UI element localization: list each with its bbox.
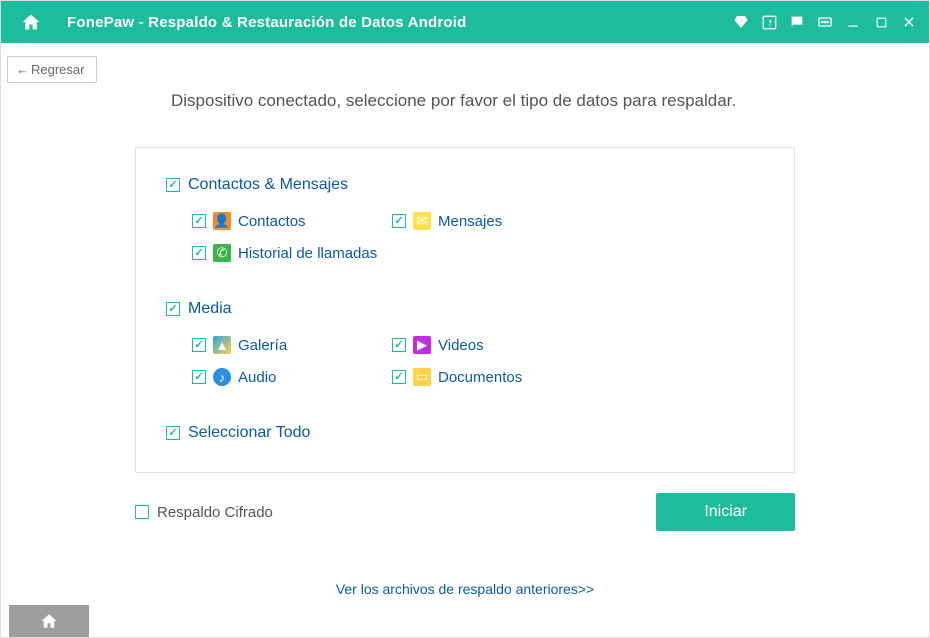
item-call-history[interactable]: ✆ Historial de llamadas <box>192 244 392 262</box>
checkbox-audio[interactable] <box>192 370 206 384</box>
contacts-icon: 👤 <box>213 212 231 230</box>
back-label: Regresar <box>31 62 84 77</box>
item-label: Documentos <box>438 369 522 386</box>
bottom-row: Respaldo Cifrado Iniciar <box>135 493 795 531</box>
menu-icon[interactable] <box>815 12 835 32</box>
checkbox-documents[interactable] <box>392 370 406 384</box>
footer-home-tab[interactable] <box>9 605 89 637</box>
checkbox-media[interactable] <box>166 302 180 316</box>
audio-icon: ♪ <box>213 368 231 386</box>
home-icon <box>21 12 41 32</box>
checkbox-encrypted[interactable] <box>135 505 149 519</box>
item-documents[interactable]: ▭ Documentos <box>392 368 592 386</box>
checkbox-call-history[interactable] <box>192 246 206 260</box>
messages-icon: ✉ <box>413 212 431 230</box>
arrow-left-icon: ← <box>16 62 29 77</box>
main-content: Dispositivo conectado, seleccione por fa… <box>1 43 929 597</box>
checkbox-videos[interactable] <box>392 338 406 352</box>
item-label: Audio <box>238 369 276 386</box>
feedback-icon[interactable] <box>787 12 807 32</box>
encrypted-backup-option[interactable]: Respaldo Cifrado <box>135 504 273 521</box>
item-gallery[interactable]: ▲ Galería <box>192 336 392 354</box>
facebook-icon[interactable] <box>759 12 779 32</box>
home-icon <box>40 612 58 630</box>
checkbox-gallery[interactable] <box>192 338 206 352</box>
titlebar-controls <box>731 12 919 32</box>
back-button[interactable]: ← Regresar <box>7 56 97 83</box>
close-button[interactable] <box>899 12 919 32</box>
checkbox-messages[interactable] <box>392 214 406 228</box>
item-label: Historial de llamadas <box>238 245 377 262</box>
select-all-label: Seleccionar Todo <box>188 424 310 442</box>
group-label: Media <box>188 300 232 318</box>
titlebar: FonePaw - Respaldo & Restauración de Dat… <box>1 1 929 43</box>
app-title: FonePaw - Respaldo & Restauración de Dat… <box>67 14 467 31</box>
instruction-text: Dispositivo conectado, seleccione por fa… <box>171 91 869 111</box>
item-label: Galería <box>238 337 287 354</box>
previous-backups-link[interactable]: Ver los archivos de respaldo anteriores>… <box>61 581 869 597</box>
minimize-button[interactable] <box>843 12 863 32</box>
data-types-panel: Contactos & Mensajes 👤 Contactos ✉ Mensa… <box>135 147 795 473</box>
item-audio[interactable]: ♪ Audio <box>192 368 392 386</box>
item-label: Contactos <box>238 213 306 230</box>
gallery-icon: ▲ <box>213 336 231 354</box>
group-media[interactable]: Media <box>166 300 764 318</box>
checkbox-select-all[interactable] <box>166 426 180 440</box>
item-messages[interactable]: ✉ Mensajes <box>392 212 592 230</box>
start-button[interactable]: Iniciar <box>656 493 795 531</box>
group-label: Contactos & Mensajes <box>188 176 348 194</box>
phone-icon: ✆ <box>213 244 231 262</box>
maximize-button[interactable] <box>871 12 891 32</box>
encrypted-label: Respaldo Cifrado <box>157 504 273 521</box>
diamond-icon[interactable] <box>731 12 751 32</box>
item-contacts[interactable]: 👤 Contactos <box>192 212 392 230</box>
home-button[interactable] <box>17 8 45 36</box>
checkbox-contacts-messages[interactable] <box>166 178 180 192</box>
checkbox-contacts[interactable] <box>192 214 206 228</box>
item-label: Videos <box>438 337 484 354</box>
select-all[interactable]: Seleccionar Todo <box>166 424 764 442</box>
item-videos[interactable]: ▶ Videos <box>392 336 592 354</box>
documents-icon: ▭ <box>413 368 431 386</box>
group-contacts-messages[interactable]: Contactos & Mensajes <box>166 176 764 194</box>
videos-icon: ▶ <box>413 336 431 354</box>
item-label: Mensajes <box>438 213 502 230</box>
